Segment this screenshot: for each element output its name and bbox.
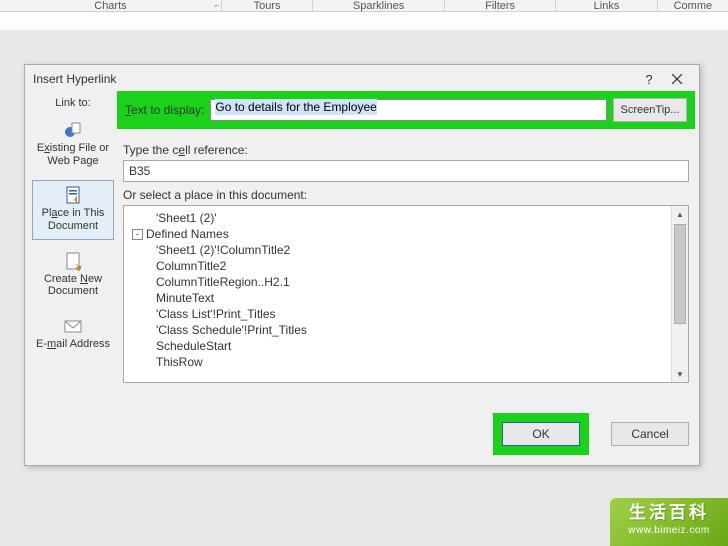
site-watermark: 生活百科 www.bimeiz.com xyxy=(610,498,728,546)
place-in-document-label: Or select a place in this document: xyxy=(123,188,689,202)
globe-page-icon xyxy=(63,120,83,140)
ribbon-group-filters: Filters xyxy=(445,0,556,11)
tree-item-label: MinuteText xyxy=(156,291,214,305)
tree-item[interactable]: ColumnTitleRegion..H2.1 xyxy=(128,274,671,290)
linkto-email-label: E-mail Address xyxy=(36,338,110,350)
scroll-up-icon[interactable]: ▲ xyxy=(672,206,688,222)
dialog-launcher-icon[interactable]: ⌐ xyxy=(214,1,219,10)
tree-item[interactable]: -Defined Names xyxy=(128,226,671,242)
cancel-button[interactable]: Cancel xyxy=(611,422,689,446)
tree-item-label: ScheduleStart xyxy=(156,339,231,353)
cell-reference-input[interactable]: B35 xyxy=(123,160,689,182)
linkto-new-label: Create New Document xyxy=(44,273,102,298)
tree-item[interactable]: 'Sheet1 (2)'!ColumnTitle2 xyxy=(128,242,671,258)
linkto-email-address[interactable]: E-mail Address xyxy=(32,311,114,358)
help-button[interactable]: ? xyxy=(635,69,663,89)
tree-item-label: 'Sheet1 (2)' xyxy=(156,211,217,225)
cell-reference-label: Type the cell reference: xyxy=(123,143,689,157)
document-bookmark-icon xyxy=(63,185,83,205)
linkto-place-in-document[interactable]: Place in This Document xyxy=(32,180,114,239)
tree-expander-icon[interactable]: - xyxy=(132,229,143,240)
tree-item[interactable]: ScheduleStart xyxy=(128,338,671,354)
place-tree[interactable]: 'Sheet1 (2)'-Defined Names'Sheet1 (2)'!C… xyxy=(123,205,689,383)
ribbon-group-tours: Tours xyxy=(222,0,313,11)
tree-item[interactable]: 'Sheet1 (2)' xyxy=(128,210,671,226)
tree-item[interactable]: 'Class List'!Print_Titles xyxy=(128,306,671,322)
new-document-icon xyxy=(63,251,83,271)
envelope-icon xyxy=(63,316,83,336)
tree-item-label: ColumnTitle2 xyxy=(156,259,226,273)
scroll-thumb[interactable] xyxy=(674,224,686,324)
tree-item[interactable]: 'Class Schedule'!Print_Titles xyxy=(128,322,671,338)
close-icon xyxy=(672,74,682,84)
ribbon-group-labels: Charts⌐ Tours Sparklines Filters Links C… xyxy=(0,0,728,12)
tree-item[interactable]: ColumnTitle2 xyxy=(128,258,671,274)
close-button[interactable] xyxy=(663,69,691,89)
ok-highlight: OK xyxy=(493,413,589,455)
linkto-existing-label: Existing File or Web Page xyxy=(37,142,109,167)
linkto-create-new[interactable]: Create New Document xyxy=(32,246,114,305)
ribbon-group-charts: Charts⌐ xyxy=(0,0,222,11)
ok-button[interactable]: OK xyxy=(502,422,580,446)
linkto-existing-file[interactable]: Existing File or Web Page xyxy=(32,115,114,174)
dialog-main-pane: Text to display: Go to details for the E… xyxy=(119,93,699,465)
dialog-title: Insert Hyperlink xyxy=(33,72,635,86)
tree-item-label: ThisRow xyxy=(156,355,203,369)
ribbon-group-links: Links xyxy=(556,0,657,11)
ribbon-group-comments: Comme xyxy=(658,0,728,11)
scroll-down-icon[interactable]: ▼ xyxy=(672,366,688,382)
tree-item-label: Defined Names xyxy=(146,227,229,241)
ribbon-group-sparklines: Sparklines xyxy=(313,0,445,11)
tree-item-label: ColumnTitleRegion..H2.1 xyxy=(156,275,290,289)
text-to-display-label: Text to display: xyxy=(125,103,204,117)
insert-hyperlink-dialog: Insert Hyperlink ? Link to: Existing Fil… xyxy=(24,64,700,466)
tree-scrollbar[interactable]: ▲ ▼ xyxy=(671,206,688,382)
dialog-titlebar: Insert Hyperlink ? xyxy=(25,65,699,93)
linkto-label: Link to: xyxy=(31,97,115,109)
tree-item-label: 'Sheet1 (2)'!ColumnTitle2 xyxy=(156,243,290,257)
tree-item[interactable]: ThisRow xyxy=(128,354,671,370)
text-to-display-row: Text to display: Go to details for the E… xyxy=(117,91,695,129)
tree-item[interactable]: MinuteText xyxy=(128,290,671,306)
tree-item-label: 'Class Schedule'!Print_Titles xyxy=(156,323,307,337)
screentip-button[interactable]: ScreenTip... xyxy=(613,98,687,122)
linkto-place-label: Place in This Document xyxy=(42,207,105,232)
text-to-display-input[interactable]: Go to details for the Employee xyxy=(210,99,607,121)
tree-item-label: 'Class List'!Print_Titles xyxy=(156,307,276,321)
linkto-pane: Link to: Existing File or Web Page Place… xyxy=(25,93,119,465)
